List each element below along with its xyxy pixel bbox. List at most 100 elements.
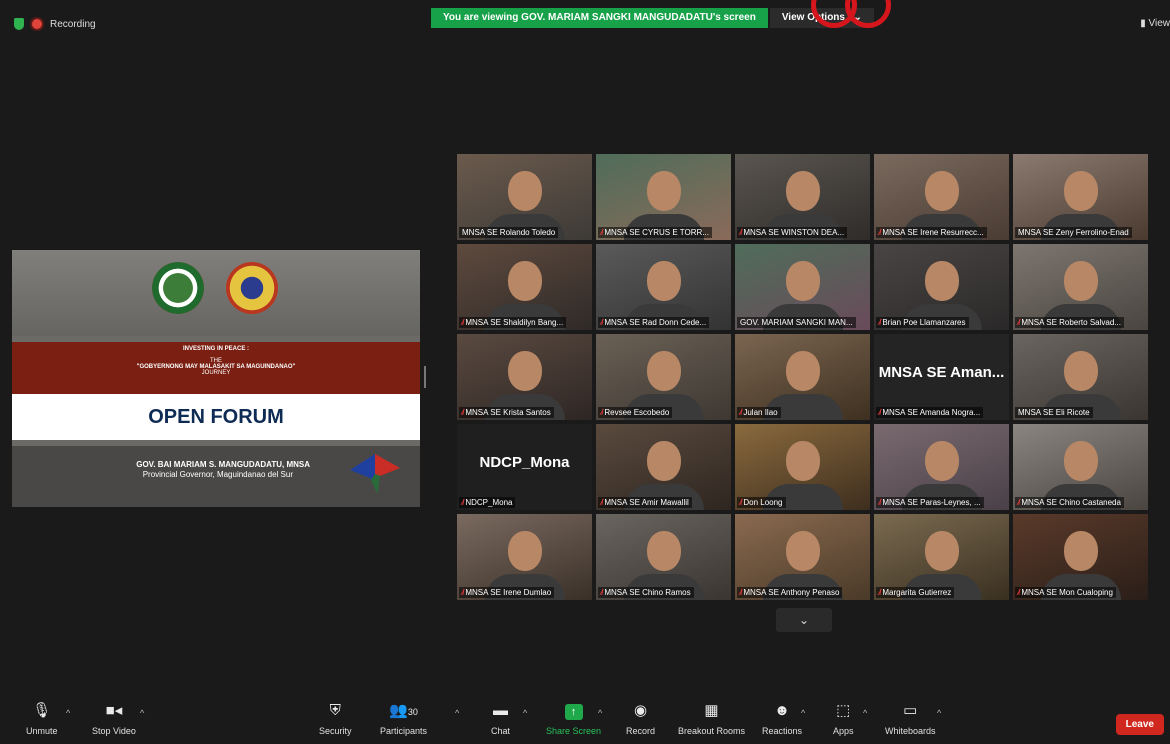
participant-tile[interactable]: ⁄̸ MNSA SE WINSTON DEA... <box>735 154 870 240</box>
participant-name-bar: ⁄̸ MNSA SE Rad Donn Cede... <box>598 317 710 328</box>
participant-tile[interactable]: ⁄̸ MNSA SE CYRUS E TORR... <box>596 154 731 240</box>
participant-tile[interactable]: ⁄̸ MNSA SE Roberto Salvad... <box>1013 244 1148 330</box>
participant-name: Brian Poe Llamanzares <box>882 318 966 327</box>
participant-name: MNSA SE Anthony Penaso <box>743 588 840 597</box>
participants-button[interactable]: 👥30 Participants <box>380 700 427 736</box>
participant-name: MNSA SE Amir Mawallil <box>604 498 689 507</box>
muted-mic-icon: ⁄̸ <box>601 318 603 327</box>
muted-mic-icon: ⁄̸ <box>879 588 881 597</box>
participants-options-caret[interactable]: ^ <box>455 708 459 718</box>
participant-tile[interactable]: ⁄̸ MNSA SE Rad Donn Cede... <box>596 244 731 330</box>
muted-mic-icon: ⁄̸ <box>740 588 742 597</box>
participant-tile[interactable]: ⁄̸ MNSA SE Anthony Penaso <box>735 514 870 600</box>
muted-mic-icon: ⁄̸ <box>462 408 464 417</box>
slide-title: OPEN FORUM <box>148 405 284 428</box>
participant-name: MNSA SE Zeny Ferrolino-Enad <box>1018 228 1129 237</box>
apps-icon: ⬚ <box>836 702 851 719</box>
participant-name-bar: ⁄̸ MNSA SE Anthony Penaso <box>737 587 843 598</box>
participant-name-bar: ⁄̸ MNSA SE Paras-Leynes, ... <box>876 497 984 508</box>
participant-tile[interactable]: ⁄̸ Brian Poe Llamanzares <box>874 244 1009 330</box>
stop-video-button[interactable]: ■◂ Stop Video <box>92 700 136 736</box>
participant-face <box>646 261 681 302</box>
apps-options-caret[interactable]: ^ <box>863 708 867 718</box>
whiteboard-icon: ▭ <box>903 702 918 719</box>
apps-button[interactable]: ⬚ Apps <box>833 700 854 736</box>
gallery-next-page-button[interactable]: ⌄ <box>776 608 832 632</box>
participant-tile[interactable]: NDCP_Mona ⁄̸ NDCP_Mona <box>457 424 592 510</box>
participant-face <box>1063 171 1098 212</box>
share-options-caret[interactable]: ^ <box>598 708 602 718</box>
chevron-down-icon: ⌄ <box>798 613 810 627</box>
participant-tile[interactable]: ⁄̸ MNSA SE Mon Cualoping <box>1013 514 1148 600</box>
eagle-emblem <box>350 454 400 494</box>
whiteboards-options-caret[interactable]: ^ <box>937 708 941 718</box>
whiteboards-label: Whiteboards <box>885 726 936 736</box>
audio-options-caret[interactable]: ^ <box>66 708 70 718</box>
shared-screen: INVESTING IN PEACE : THE "GOBYERNONG MAY… <box>12 250 420 507</box>
participant-name-bar: ⁄̸ Don Loong <box>737 497 786 508</box>
participant-name-bar: MNSA SE Rolando Toledo <box>459 227 559 238</box>
participant-tile[interactable]: ⁄̸ MNSA SE Chino Castaneda <box>1013 424 1148 510</box>
participant-tile[interactable]: ⁄̸ MNSA SE Chino Ramos <box>596 514 731 600</box>
participant-tile[interactable]: ⁄̸ Don Loong <box>735 424 870 510</box>
participant-tile[interactable]: ⁄̸ MNSA SE Amir Mawallil <box>596 424 731 510</box>
participant-face <box>646 351 681 392</box>
participant-tile[interactable]: ⁄̸ MNSA SE Krista Santos <box>457 334 592 420</box>
participant-tile[interactable]: MNSA SE Aman... ⁄̸ MNSA SE Amanda Nogra... <box>874 334 1009 420</box>
security-button[interactable]: ⛨ Security <box>319 700 352 736</box>
participant-tile[interactable]: MNSA SE Rolando Toledo <box>457 154 592 240</box>
participant-name: MNSA SE Mon Cualoping <box>1021 588 1113 597</box>
participant-name: MNSA SE Krista Santos <box>465 408 551 417</box>
leave-button[interactable]: Leave <box>1115 714 1164 735</box>
apps-label: Apps <box>833 726 854 736</box>
share-screen-button[interactable]: ↑ Share Screen <box>546 700 601 736</box>
participant-tile[interactable]: MNSA SE Eli Ricote <box>1013 334 1148 420</box>
participant-name: MNSA SE Amanda Nogra... <box>882 408 981 417</box>
slide-subtitle-band: INVESTING IN PEACE : THE "GOBYERNONG MAY… <box>12 342 420 394</box>
split-view-handle[interactable] <box>424 366 426 388</box>
view-button[interactable]: ▮ View <box>1140 18 1170 29</box>
recording-indicator[interactable]: Recording <box>14 18 96 30</box>
participants-label: Participants <box>380 726 428 736</box>
reactions-button[interactable]: ☻ Reactions <box>762 700 802 736</box>
participant-face <box>507 171 542 212</box>
participant-face <box>1063 441 1098 482</box>
participant-face <box>1063 531 1098 572</box>
record-label: Record <box>626 726 656 736</box>
reactions-icon: ☻ <box>774 702 790 719</box>
participant-name: MNSA SE Irene Resurrecc... <box>882 228 984 237</box>
muted-mic-icon: ⁄̸ <box>601 228 603 237</box>
whiteboards-button[interactable]: ▭ Whiteboards <box>885 700 936 736</box>
participant-face <box>924 261 959 302</box>
share-screen-icon: ↑ <box>564 704 583 720</box>
participant-face <box>507 351 542 392</box>
participant-name: Julan Ilao <box>743 408 778 417</box>
participant-tile[interactable]: ⁄̸ MNSA SE Irene Resurrecc... <box>874 154 1009 240</box>
participant-tile[interactable]: ⁄̸ Julan Ilao <box>735 334 870 420</box>
record-button[interactable]: ◉ Record <box>626 700 655 736</box>
participant-tile[interactable]: ⁄̸ MNSA SE Irene Dumlao <box>457 514 592 600</box>
participant-face <box>924 171 959 212</box>
breakout-rooms-icon: ▦ <box>704 702 719 719</box>
participant-face <box>646 441 681 482</box>
participant-name-bar: ⁄̸ MNSA SE Irene Dumlao <box>459 587 555 598</box>
participant-name: MNSA SE Rad Donn Cede... <box>604 318 707 327</box>
reactions-options-caret[interactable]: ^ <box>801 708 805 718</box>
participant-tile[interactable]: ⁄̸ Margarita Gutierrez <box>874 514 1009 600</box>
screen-share-banner: You are viewing GOV. MARIAM SANGKI MANGU… <box>431 0 891 28</box>
unmute-button[interactable]: 🎙 Unmute <box>26 700 58 736</box>
participant-tile[interactable]: MNSA SE Zeny Ferrolino-Enad <box>1013 154 1148 240</box>
participant-tile[interactable]: GOV. MARIAM SANGKI MAN... <box>735 244 870 330</box>
participant-tile[interactable]: ⁄̸ Revsee Escobedo <box>596 334 731 420</box>
participant-tile[interactable]: ⁄̸ MNSA SE Shaldilyn Bang... <box>457 244 592 330</box>
video-options-caret[interactable]: ^ <box>140 708 144 718</box>
slide-subtitle-4: JOURNEY <box>201 370 231 376</box>
shield-icon: ⛨ <box>329 702 341 719</box>
participant-tile[interactable]: ⁄̸ MNSA SE Paras-Leynes, ... <box>874 424 1009 510</box>
share-screen-label: Share Screen <box>546 726 602 736</box>
chat-button[interactable]: ▬ Chat <box>491 700 510 736</box>
participant-name: MNSA SE Chino Castaneda <box>1021 498 1121 507</box>
breakout-rooms-button[interactable]: ▦ Breakout Rooms <box>678 700 745 736</box>
slide-subtitle-1: INVESTING IN PEACE : <box>182 346 249 352</box>
chat-options-caret[interactable]: ^ <box>523 708 527 718</box>
